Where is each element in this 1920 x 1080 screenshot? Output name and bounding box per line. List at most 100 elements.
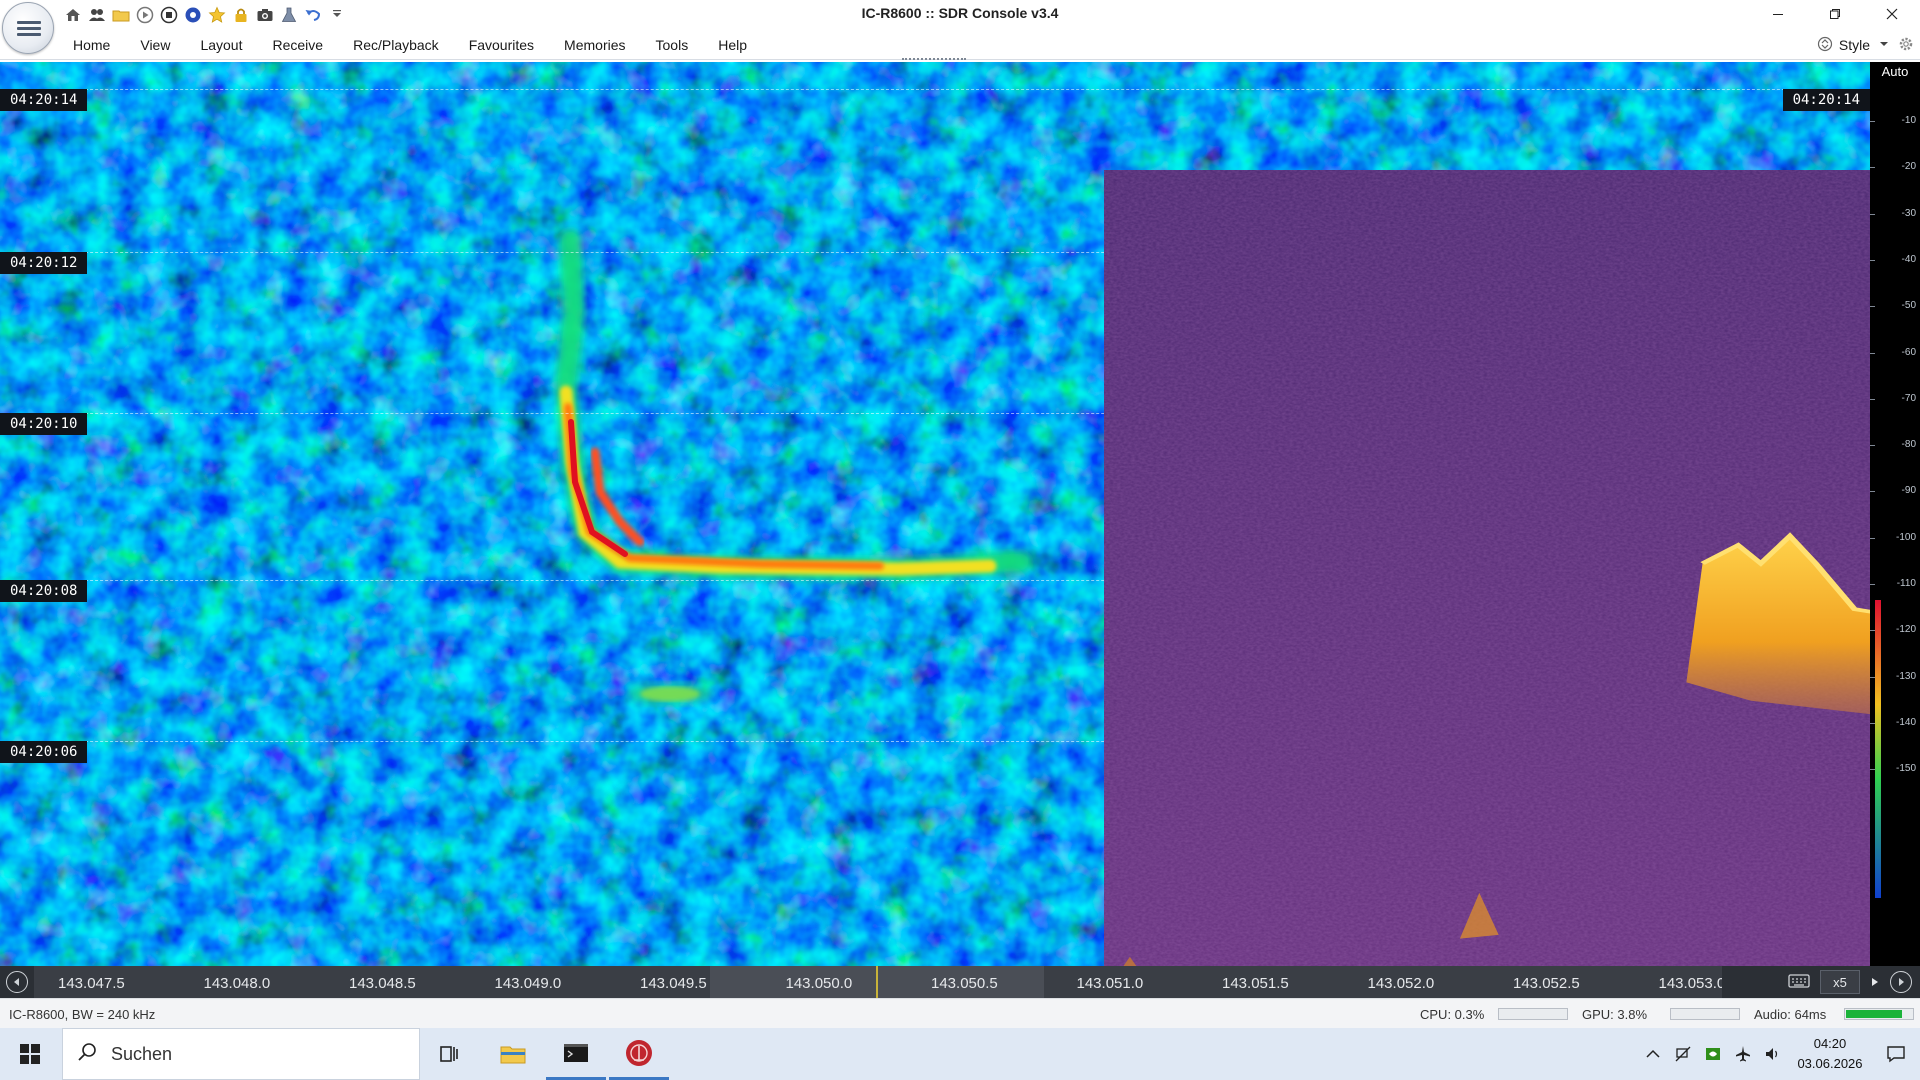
dropdown-arrow-icon[interactable] [326, 4, 348, 26]
airplane-mode-icon[interactable] [1728, 1028, 1758, 1080]
users-icon[interactable] [86, 4, 108, 26]
gear-icon[interactable] [1898, 36, 1914, 55]
audio-status: Audio: 64ms [1754, 1007, 1827, 1022]
time-label-left: 04:20:12 [0, 252, 88, 274]
db-tick-label: -60 [1901, 346, 1916, 358]
nvidia-icon[interactable] [1698, 1028, 1728, 1080]
search-icon [77, 1042, 97, 1067]
folder-icon[interactable] [110, 4, 132, 26]
menu-tools[interactable]: Tools [641, 30, 704, 60]
panel-resize-grip[interactable] [902, 58, 966, 61]
db-tick-label: -90 [1901, 485, 1916, 497]
chevron-down-icon [1876, 36, 1892, 55]
zoom-value: x5 [1833, 974, 1847, 990]
stop-icon[interactable] [158, 4, 180, 26]
frequency-label: 143.049.0 [494, 975, 562, 992]
play-arrow-icon[interactable] [1870, 975, 1880, 990]
time-label-left: 04:20:06 [0, 741, 88, 763]
notifications-button[interactable] [1872, 1028, 1920, 1080]
db-tick-label: -110 [1896, 578, 1916, 589]
style-menu[interactable]: Style [1817, 32, 1914, 58]
keyboard-icon[interactable] [1788, 973, 1810, 992]
db-auto-button[interactable]: Auto [1870, 64, 1920, 79]
3d-spectrum-panel[interactable]: 49800 143049850 143049900 143049950 1430… [1104, 170, 1870, 966]
favourite-star-icon[interactable] [206, 4, 228, 26]
system-tray: 04:20 03.06.2026 [1638, 1028, 1920, 1080]
terminal-icon [564, 1043, 588, 1062]
close-button[interactable] [1863, 0, 1920, 28]
frequency-label: 143.047.5 [58, 975, 125, 992]
taskbar-search[interactable]: Suchen [62, 1028, 420, 1080]
frequency-axis-bar: 143.047.5 143.048.0 143.048.5 143.049.0 143.… [0, 966, 1920, 998]
status-bar: IC-R8600, BW = 240 kHz CPU: 0.3% GPU: 3.… [0, 998, 1920, 1028]
lock-icon[interactable] [230, 4, 252, 26]
db-tick-mark [1870, 352, 1875, 354]
frequency-label: 143.051.5 [1222, 975, 1289, 992]
frequency-scale[interactable]: 143.047.5 143.048.0 143.048.5 143.049.0 143.… [34, 966, 1722, 998]
camera-icon[interactable] [254, 4, 276, 26]
scroll-right-button[interactable] [1890, 971, 1912, 993]
menu-layout[interactable]: Layout [185, 30, 257, 60]
db-tick-label: -140 [1895, 716, 1916, 728]
db-tick-label: -20 [1901, 161, 1916, 173]
db-tick-mark [1870, 769, 1875, 771]
sdr-console-icon [626, 1039, 652, 1066]
db-tick-label: -150 [1895, 763, 1916, 775]
task-view-button[interactable] [420, 1028, 480, 1080]
db-scale[interactable]: Auto -10 -20 -30 -40 -50 -60 -70 -80 -90 -100 -110… [1870, 62, 1920, 966]
3d-spectrum-plot [1104, 170, 1870, 966]
chevron-up-icon[interactable] [1638, 1028, 1668, 1080]
menu-receive[interactable]: Receive [258, 30, 339, 60]
windows-taskbar: Suchen 04:20 03.06.2026 [0, 1028, 1920, 1080]
db-tick-mark [1870, 306, 1875, 308]
gpu-status: GPU: 3.8% [1582, 1007, 1648, 1022]
db-tick-label: -10 [1901, 115, 1916, 126]
style-up-down-icon [1817, 36, 1833, 55]
frequency-label: 143.048.5 [349, 975, 416, 992]
menu-view[interactable]: View [125, 30, 185, 60]
menu-rec-playback[interactable]: Rec/Playback [338, 30, 454, 60]
time-label-left: 04:20:10 [0, 413, 88, 435]
db-color-bar [1875, 600, 1881, 898]
app-menu-button[interactable] [2, 2, 54, 54]
search-placeholder: Suchen [111, 1043, 173, 1064]
play-icon[interactable] [134, 4, 156, 26]
taskbar-clock[interactable]: 04:20 03.06.2026 [1788, 1034, 1872, 1074]
network-off-icon[interactable] [1668, 1028, 1698, 1080]
windows-logo-icon [20, 1044, 40, 1064]
undo-icon[interactable] [302, 4, 324, 26]
zoom-selector[interactable]: x5 [1820, 970, 1860, 994]
time-gridline [0, 89, 1870, 90]
home-icon[interactable] [62, 4, 84, 26]
frequency-label: 143.052.5 [1513, 975, 1580, 992]
scroll-left-button[interactable] [6, 971, 28, 993]
terminal-button[interactable] [546, 1028, 606, 1080]
menu-memories[interactable]: Memories [549, 30, 640, 60]
audio-meter-fill [1846, 1010, 1902, 1018]
window-controls [1749, 0, 1920, 28]
db-tick-mark [1870, 676, 1875, 678]
file-explorer-button[interactable] [483, 1028, 543, 1080]
menu-favourites[interactable]: Favourites [454, 30, 549, 60]
style-label: Style [1838, 37, 1870, 53]
db-tick-mark [1870, 167, 1875, 169]
tuning-marker[interactable] [876, 966, 878, 998]
db-tick-label: -50 [1901, 300, 1916, 312]
cpu-status: CPU: 0.3% [1420, 1007, 1485, 1022]
frequency-label: 143.050.5 [931, 975, 998, 992]
frequency-label: 143.052.0 [1367, 975, 1435, 992]
flask-icon[interactable] [278, 4, 300, 26]
db-tick-mark [1870, 445, 1875, 447]
sdr-console-button[interactable] [609, 1028, 669, 1080]
restore-button[interactable] [1806, 0, 1863, 28]
menu-home[interactable]: Home [58, 30, 125, 60]
start-button[interactable] [0, 1028, 60, 1080]
quick-access-toolbar [62, 3, 348, 27]
record-icon[interactable] [182, 4, 204, 26]
minimize-button[interactable] [1749, 0, 1806, 28]
menu-help[interactable]: Help [703, 30, 762, 60]
waterfall-display[interactable]: 04:20:14 04:20:12 04:20:10 04:20:08 04:2… [0, 62, 1870, 966]
gpu-meter [1670, 1008, 1740, 1020]
volume-icon[interactable] [1758, 1028, 1788, 1080]
time-label-right: 04:20:14 [1782, 89, 1870, 111]
